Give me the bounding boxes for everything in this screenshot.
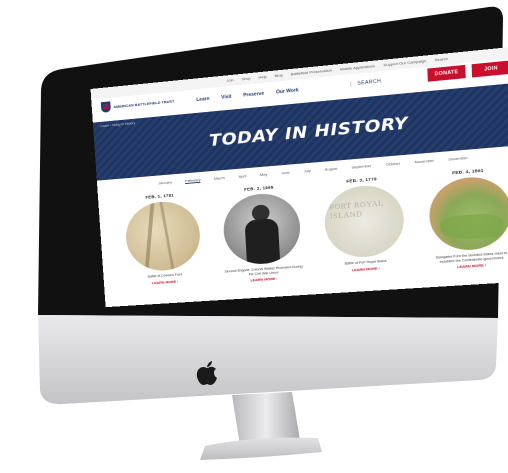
- learn-more-link[interactable]: LEARN MORE ›: [457, 264, 486, 270]
- website-screen: Join Shop Help Blog Battlefield Preserva…: [90, 44, 508, 308]
- nav-preserve[interactable]: Preserve: [243, 91, 264, 98]
- learn-more-link[interactable]: LEARN MORE ›: [352, 266, 380, 271]
- map-label: PORT ROYAL ISLAND: [329, 199, 384, 221]
- card-date: FEB. 3, 1779: [346, 176, 377, 184]
- nav-our-work[interactable]: Our Work: [276, 88, 299, 96]
- utility-link-campaign[interactable]: Support Our Campaign: [383, 58, 426, 67]
- search-link[interactable]: SEARCH: [350, 78, 382, 88]
- tab-august[interactable]: August: [325, 166, 338, 172]
- card-portrait-image[interactable]: [221, 191, 302, 267]
- utility-link-search[interactable]: Search: [435, 56, 449, 62]
- nav-learn[interactable]: Learn: [196, 96, 210, 103]
- card-caption: Second Brigade, Colonel Walker Promoted …: [224, 264, 303, 276]
- utility-link-shop[interactable]: Shop: [241, 76, 250, 81]
- shield-logo-icon: [100, 101, 111, 113]
- card-caption: Battle of Cowan's Ford: [147, 272, 182, 279]
- tab-september[interactable]: September: [351, 163, 371, 170]
- tab-may[interactable]: May: [260, 172, 268, 178]
- tab-june[interactable]: June: [281, 170, 290, 176]
- tab-october[interactable]: October: [386, 161, 401, 168]
- screen-area: Join Shop Help Blog Battlefield Preserva…: [0, 0, 508, 473]
- history-card[interactable]: FEB. 4, 1861 Delegates from the seceded …: [421, 165, 508, 271]
- card-caption: Delegates from the seceded states meet t…: [435, 251, 508, 264]
- utility-link-blog[interactable]: Blog: [275, 73, 283, 78]
- card-date: FEB. 1, 1781: [145, 192, 175, 200]
- main-nav: Learn Visit Preserve Our Work: [196, 88, 299, 103]
- tab-march[interactable]: March: [214, 175, 225, 181]
- tab-april[interactable]: April: [238, 174, 246, 180]
- utility-link-join[interactable]: Join: [226, 77, 233, 82]
- tab-december[interactable]: December: [448, 155, 468, 162]
- tab-november[interactable]: November: [415, 158, 434, 165]
- nav-visit[interactable]: Visit: [221, 94, 232, 100]
- utility-link-apps[interactable]: Mobile Applications: [340, 63, 375, 71]
- tab-july[interactable]: July: [304, 168, 311, 174]
- history-card[interactable]: FEB. 3, 1779 PORT ROYAL ISLAND Battle of…: [316, 174, 412, 278]
- site-logo[interactable]: AMERICAN BATTLEFIELD TRUST: [100, 95, 175, 113]
- history-card[interactable]: FEB. 1, 1781 Battle of Cowan's Ford LEAR…: [117, 191, 208, 291]
- card-map-image[interactable]: [123, 199, 202, 273]
- card-caption: Battle of Port Royal Island: [344, 259, 387, 266]
- logo-text: AMERICAN BATTLEFIELD TRUST: [113, 98, 175, 109]
- utility-link-help[interactable]: Help: [258, 74, 266, 79]
- history-card[interactable]: FEB. 2, 1865 Second Brigade, Colonel Wal…: [215, 183, 308, 285]
- card-date: FEB. 2, 1865: [243, 184, 274, 192]
- tab-february[interactable]: February: [185, 177, 201, 184]
- tab-january[interactable]: January: [158, 180, 172, 186]
- portrait-body: [244, 217, 280, 265]
- desktop-monitor: Join Shop Help Blog Battlefield Preserva…: [0, 0, 508, 473]
- utility-link-preservation[interactable]: Battlefield Preservation: [290, 68, 332, 77]
- breadcrumb[interactable]: Learn › Today in History: [100, 121, 135, 128]
- learn-more-link[interactable]: LEARN MORE ›: [250, 277, 277, 282]
- card-date: FEB. 4, 1861: [451, 168, 484, 176]
- learn-more-link[interactable]: LEARN MORE ›: [152, 280, 178, 285]
- card-map-image[interactable]: PORT ROYAL ISLAND: [322, 182, 405, 260]
- card-map-image[interactable]: [427, 174, 508, 253]
- apple-logo-icon: [196, 361, 217, 385]
